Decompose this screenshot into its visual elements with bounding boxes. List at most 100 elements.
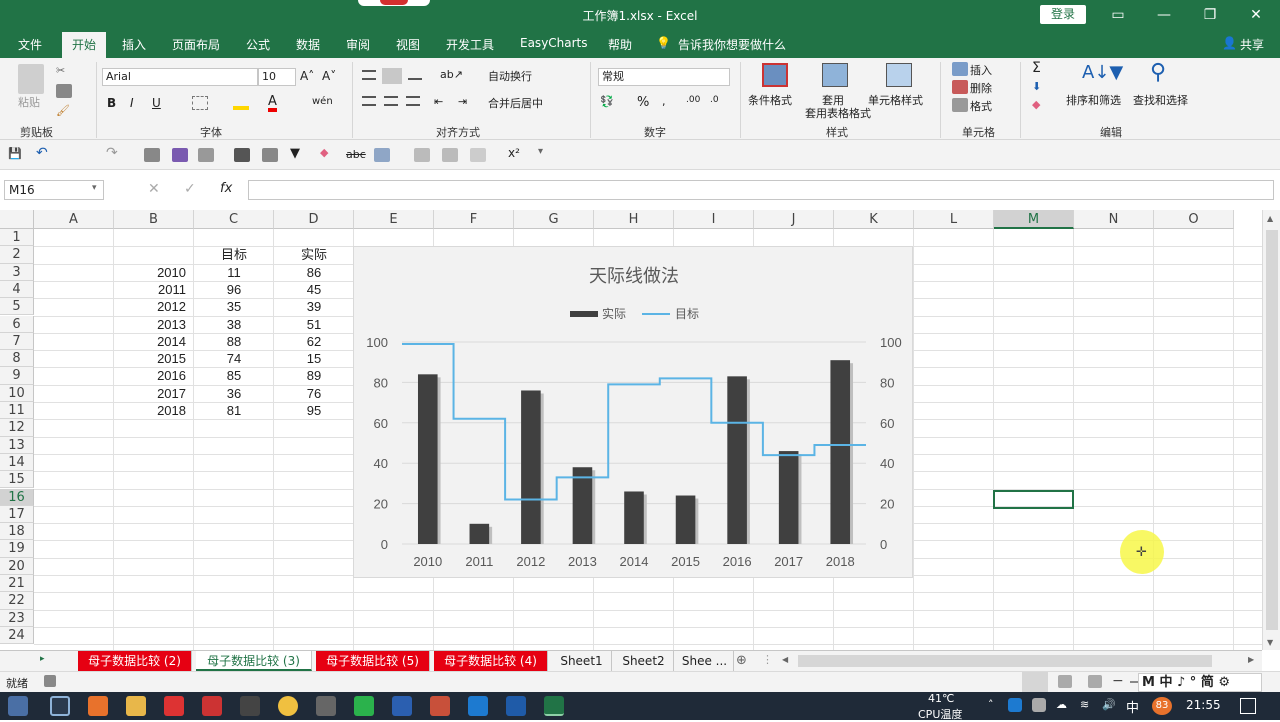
row-header-8[interactable]: 8: [0, 350, 34, 368]
page-break-view-icon[interactable]: [1088, 675, 1102, 688]
cell-style-icon[interactable]: [886, 63, 912, 87]
row-header-13[interactable]: 13: [0, 436, 34, 454]
paste-button[interactable]: 粘贴: [18, 94, 40, 110]
tray-icon[interactable]: [1008, 698, 1022, 712]
currency-icon[interactable]: 💱: [600, 95, 614, 108]
eraser-icon[interactable]: ◆: [320, 146, 328, 159]
art-icon[interactable]: [414, 148, 430, 162]
insert-chart-icon[interactable]: [470, 148, 486, 162]
zoom-out-icon[interactable]: −: [1112, 673, 1124, 689]
underline-icon[interactable]: U: [152, 96, 161, 110]
save-as-icon[interactable]: [172, 148, 188, 162]
column-header-I[interactable]: I: [674, 210, 754, 229]
more-icon[interactable]: ⋮: [762, 653, 773, 666]
row-header-3[interactable]: 3: [0, 263, 34, 281]
top-align-icon[interactable]: [362, 70, 376, 80]
row-header-6[interactable]: 6: [0, 315, 34, 333]
column-header-C[interactable]: C: [194, 210, 274, 229]
redo-icon[interactable]: ↷: [106, 145, 118, 161]
find-select-icon[interactable]: ⚲: [1150, 60, 1166, 85]
font-name-select[interactable]: Arial: [102, 68, 258, 86]
column-header-K[interactable]: K: [834, 210, 914, 229]
normal-view-icon[interactable]: [1022, 672, 1048, 692]
horizontal-scroll-thumb[interactable]: [798, 655, 1212, 667]
paste-icon[interactable]: [18, 64, 44, 94]
tab-review[interactable]: 审阅: [346, 36, 370, 53]
chart-icon[interactable]: [442, 148, 458, 162]
hscroll-left-icon[interactable]: ◀: [782, 655, 788, 664]
column-header-N[interactable]: N: [1074, 210, 1154, 229]
insert-cells-button[interactable]: 插入: [970, 62, 992, 78]
login-button[interactable]: 登录: [1040, 5, 1086, 24]
close-icon[interactable]: ✕: [1242, 3, 1270, 27]
print-icon[interactable]: [144, 148, 160, 162]
cell[interactable]: 2012: [114, 298, 186, 315]
row-header-11[interactable]: 11: [0, 402, 34, 420]
sheet-tab[interactable]: Shee ...: [676, 651, 734, 671]
font-size-select[interactable]: 10: [258, 68, 296, 86]
sheet-tab[interactable]: Sheet2: [614, 651, 674, 671]
number-format-select[interactable]: 常规: [598, 68, 730, 86]
column-header-M[interactable]: M: [994, 210, 1074, 229]
form-icon[interactable]: [198, 148, 214, 162]
cell[interactable]: 15: [274, 350, 354, 367]
cell[interactable]: 2010: [114, 264, 186, 281]
active-cell-m16[interactable]: [993, 490, 1074, 509]
row-header-24[interactable]: 24: [0, 626, 34, 645]
column-header-L[interactable]: L: [914, 210, 994, 229]
sheet-tab[interactable]: Sheet1: [552, 651, 612, 671]
filter-icon[interactable]: ▼: [290, 146, 300, 161]
column-header-B[interactable]: B: [114, 210, 194, 229]
wechat-icon[interactable]: [354, 696, 374, 716]
row-header-2[interactable]: 2: [0, 246, 34, 264]
cell[interactable]: 2016: [114, 367, 186, 384]
notification-icon[interactable]: [1240, 698, 1256, 714]
column-header-F[interactable]: F: [434, 210, 514, 229]
cell[interactable]: 51: [274, 316, 354, 333]
start-icon[interactable]: [8, 696, 28, 716]
row-header-5[interactable]: 5: [0, 298, 34, 316]
row-header-23[interactable]: 23: [0, 609, 34, 627]
find-select-button[interactable]: 查找和选择: [1133, 92, 1188, 108]
cell[interactable]: 88: [194, 333, 274, 350]
ime-toolbar[interactable]: M 中 ♪ ° 简 ⚙: [1138, 673, 1262, 692]
sort-filter-button[interactable]: 排序和筛选: [1066, 92, 1121, 108]
row-header-7[interactable]: 7: [0, 332, 34, 351]
row-header-12[interactable]: 12: [0, 419, 34, 437]
app-icon[interactable]: [506, 696, 526, 716]
ime-indicator[interactable]: 中: [1126, 697, 1139, 716]
sort-filter-icon[interactable]: A↓▼: [1082, 62, 1123, 83]
table-format-icon[interactable]: [822, 63, 848, 87]
increase-decimal-icon[interactable]: .00: [686, 95, 700, 105]
table-icon[interactable]: [262, 148, 278, 162]
tray-icon[interactable]: ☁: [1056, 698, 1067, 711]
cut-icon[interactable]: ✂: [56, 64, 65, 77]
name-box[interactable]: M16: [4, 180, 104, 200]
row-header-1[interactable]: 1: [0, 229, 34, 247]
increase-indent-icon[interactable]: ⇥: [458, 95, 467, 108]
format-cells-icon[interactable]: [952, 98, 968, 112]
cell[interactable]: 96: [194, 281, 274, 298]
font-shrink-icon[interactable]: A˅: [322, 69, 336, 83]
comma-icon[interactable]: ,: [662, 95, 666, 108]
row-header-19[interactable]: 19: [0, 540, 34, 558]
cell[interactable]: 36: [194, 385, 274, 402]
merge-center-button[interactable]: 合并后居中: [488, 95, 543, 111]
scroll-up-icon[interactable]: ▲: [1267, 214, 1273, 223]
row-header-22[interactable]: 22: [0, 592, 34, 610]
column-header-G[interactable]: G: [514, 210, 594, 229]
select-all-corner[interactable]: [0, 210, 34, 229]
app-icon[interactable]: [468, 696, 488, 716]
row-header-4[interactable]: 4: [0, 280, 34, 299]
row-header-10[interactable]: 10: [0, 384, 34, 402]
tab-home[interactable]: 开始: [62, 32, 107, 58]
volume-icon[interactable]: 🔊: [1102, 698, 1116, 711]
percent-icon[interactable]: %: [637, 95, 649, 110]
row-header-16[interactable]: 16: [0, 488, 34, 506]
column-header-A[interactable]: A: [34, 210, 114, 229]
scroll-thumb[interactable]: [1266, 230, 1278, 630]
column-header-H[interactable]: H: [594, 210, 674, 229]
fill-icon[interactable]: ⬇: [1032, 80, 1041, 93]
shapes-icon[interactable]: [374, 148, 390, 162]
formula-input[interactable]: [248, 180, 1274, 200]
